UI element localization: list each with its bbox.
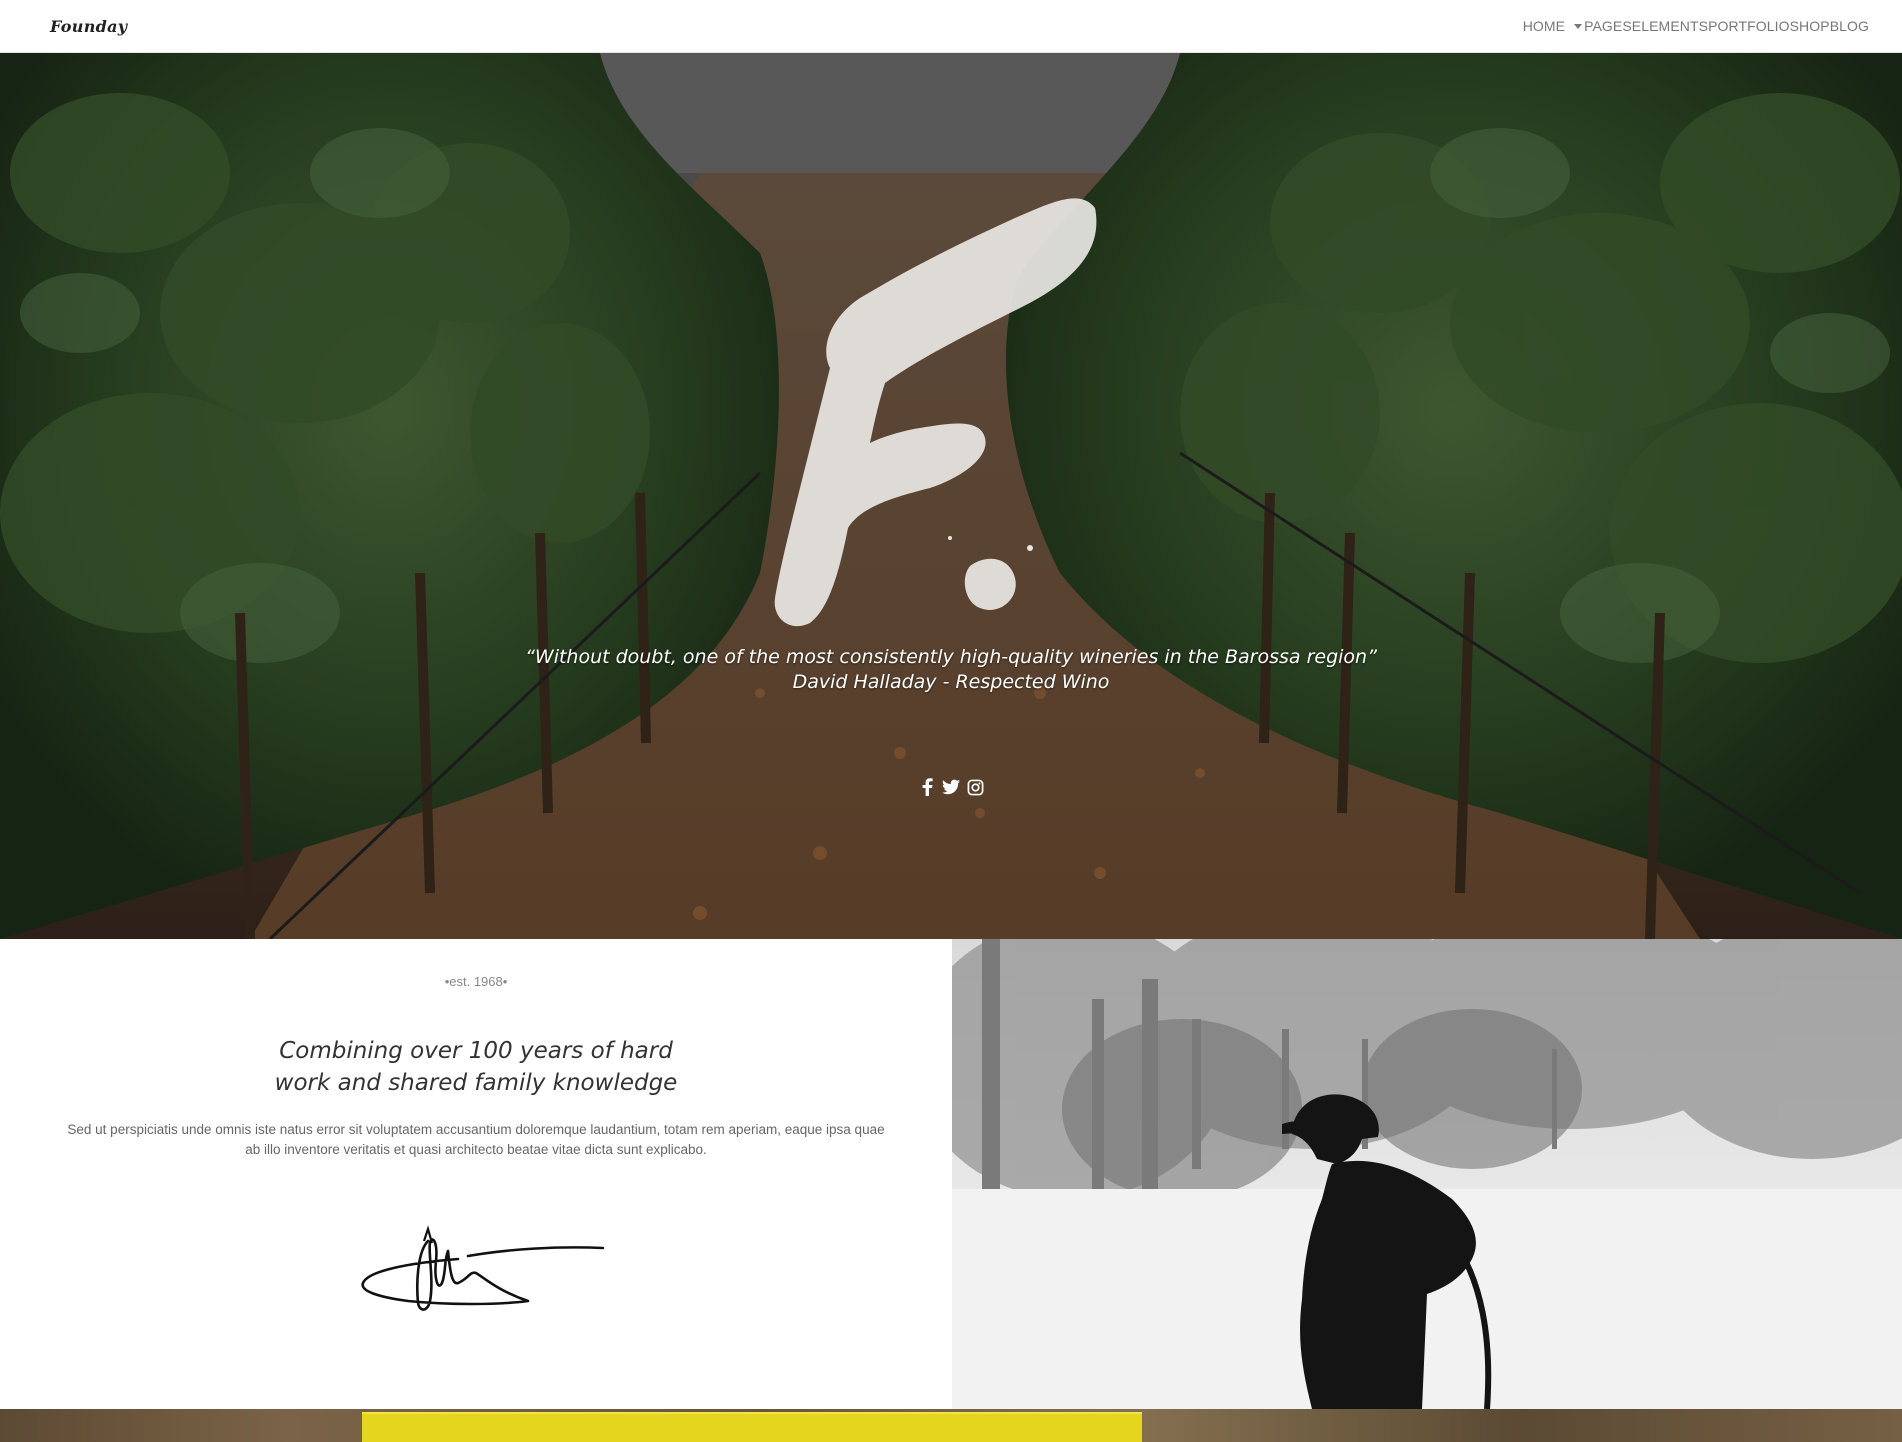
established-label: •est. 1968• <box>444 974 508 989</box>
about-section: •est. 1968• Combining over 100 years of … <box>0 939 952 1409</box>
nav-item-elements[interactable]: ELEMENTS <box>1632 18 1708 34</box>
about-headline: Combining over 100 years of hard work an… <box>0 1035 952 1099</box>
quote-author: David Halladay - Respected Wino <box>792 671 1110 693</box>
harvest-strip-image <box>0 1409 1902 1442</box>
instagram-icon[interactable] <box>966 777 984 797</box>
nav-item-home[interactable]: HOME <box>1523 18 1565 34</box>
nav-item-blog[interactable]: BLOG <box>1830 18 1869 34</box>
quote-text: “Without doubt, one of the most consiste… <box>525 646 1377 668</box>
nav-item-shop[interactable]: SHOP <box>1790 18 1830 34</box>
nav-item-pages-label: PAGES <box>1584 18 1632 34</box>
worker-photo <box>952 939 1902 1409</box>
site-logo[interactable]: Founday <box>50 17 127 36</box>
hero-quote: “Without doubt, one of the most consiste… <box>0 645 1902 695</box>
worker-silhouette-image <box>952 939 1902 1409</box>
headline-line-1: Combining over 100 years of hard <box>279 1038 673 1064</box>
yellow-crate <box>362 1412 1142 1442</box>
twitter-icon[interactable] <box>942 777 960 797</box>
headline-line-2: work and shared family knowledge <box>274 1070 678 1096</box>
main-nav: HOME PAGES ELEMENTS PORTFOLIO SHOP BLOG <box>1523 0 1869 52</box>
facebook-icon[interactable] <box>918 777 936 797</box>
social-links <box>0 777 1902 797</box>
top-navbar: Founday HOME PAGES ELEMENTS PORTFOLIO SH… <box>0 0 1902 53</box>
about-body-text: Sed ut perspiciatis unde omnis iste natu… <box>67 1122 885 1157</box>
chevron-down-icon <box>1574 23 1583 29</box>
hero-section: “Without doubt, one of the most consiste… <box>0 53 1902 939</box>
brand-mark-f-icon <box>774 198 1097 627</box>
nav-item-portfolio[interactable]: PORTFOLIO <box>1708 18 1790 34</box>
nav-item-pages[interactable]: PAGES <box>1574 18 1632 34</box>
signature-image <box>361 1225 605 1311</box>
